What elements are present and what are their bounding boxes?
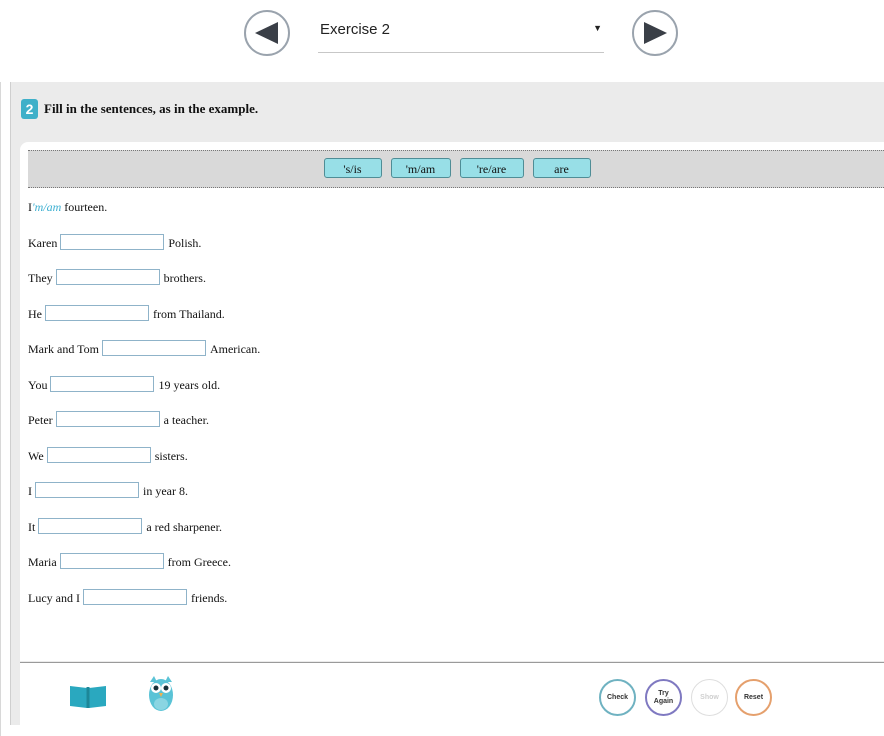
sentence-end: a red sharpener. <box>146 519 222 534</box>
sentence-row: Maria from Greece. <box>28 553 260 591</box>
word-chip[interactable]: are <box>532 158 591 178</box>
sentence-end: sisters. <box>154 448 188 463</box>
example-sentence: I 'm/am fourteen. <box>28 200 260 236</box>
answer-input[interactable] <box>55 269 160 285</box>
reset-button[interactable]: Reset <box>735 679 772 716</box>
sentence-row: It a red sharpener. <box>28 517 260 556</box>
sentence-end: from Greece. <box>167 555 231 569</box>
exercise-panel: 2 Fill in the sentences, as in the examp… <box>10 82 884 725</box>
sentence-row: He from Thailand. <box>28 304 260 343</box>
dropdown-caret-icon: ▼ <box>593 23 602 33</box>
exercise-footer: Check Try Again Show Reset <box>20 662 884 725</box>
answer-input[interactable] <box>59 553 164 569</box>
exercise-navigation: Exercise 2 ▼ <box>0 0 884 72</box>
answer-input[interactable] <box>101 340 206 356</box>
previous-exercise-button[interactable] <box>244 10 290 56</box>
sentence-end: 19 years old. <box>158 377 221 392</box>
sentence-list: I 'm/am fourteen. Karen Polish. They bro… <box>28 200 260 626</box>
sentence-start: Mark and Tom <box>28 342 99 356</box>
answer-input[interactable] <box>50 375 155 392</box>
word-chip-label: are <box>554 162 569 176</box>
exercise-instruction: Fill in the sentences, as in the example… <box>44 101 259 116</box>
sentence-start: It <box>28 519 36 534</box>
sentence-row: Karen Polish. <box>28 233 260 272</box>
sentence-start: I <box>28 484 32 498</box>
exercise-selector[interactable]: Exercise 2 ▼ <box>318 14 604 53</box>
sentence-end: American. <box>209 342 261 356</box>
word-chip[interactable]: 'm/am <box>390 158 451 178</box>
exercise-card: 's/is 'm/am 're/are are I 'm/am fourteen… <box>20 142 884 661</box>
sentence-end: brothers. <box>163 271 206 285</box>
left-border <box>0 82 1 736</box>
triangle-right-icon <box>644 22 667 44</box>
word-chip-label: 's/is <box>343 162 362 176</box>
sentence-end: fourteen. <box>64 200 108 214</box>
sentence-start: You <box>28 377 48 392</box>
word-chip[interactable]: 're/are <box>459 158 524 178</box>
word-chips: 's/is 'm/am 're/are are <box>28 158 884 178</box>
word-chip-label: 're/are <box>476 162 507 176</box>
sentence-end: Polish. <box>168 235 202 250</box>
sentence-end: a teacher. <box>163 413 209 427</box>
exercise-number-badge: 2 <box>21 99 38 119</box>
exercise-heading: 2 Fill in the sentences, as in the examp… <box>21 98 258 120</box>
sentence-row: They brothers. <box>28 269 260 307</box>
example-answer: 'm/am <box>32 200 62 214</box>
sentence-row: I in year 8. <box>28 482 260 520</box>
show-answers-button[interactable]: Show <box>691 679 728 716</box>
book-icon[interactable] <box>69 684 107 713</box>
sentence-row: Peter a teacher. <box>28 411 260 449</box>
answer-input[interactable] <box>55 411 160 427</box>
exercise-selector-value: Exercise 2 <box>320 21 391 38</box>
sentence-end: in year 8. <box>143 484 188 498</box>
try-again-button[interactable]: Try Again <box>645 679 682 716</box>
sentence-start: Peter <box>28 413 53 427</box>
answer-input[interactable] <box>60 233 165 250</box>
answer-input[interactable] <box>82 588 187 605</box>
word-chip[interactable]: 's/is <box>323 158 382 178</box>
sentence-row: We sisters. <box>28 446 260 485</box>
sentence-start: He <box>28 306 42 321</box>
sentence-row: You 19 years old. <box>28 375 260 414</box>
sentence-start: Karen <box>28 235 58 250</box>
triangle-left-icon <box>255 22 278 44</box>
sentence-end: friends. <box>190 590 228 605</box>
answer-input[interactable] <box>35 482 139 498</box>
sentence-row: Mark and Tom American. <box>28 340 261 378</box>
next-exercise-button[interactable] <box>632 10 678 56</box>
word-bank: 's/is 'm/am 're/are are <box>28 150 884 188</box>
check-button[interactable]: Check <box>599 679 636 716</box>
answer-input[interactable] <box>38 517 143 534</box>
answer-input[interactable] <box>46 446 151 463</box>
word-chip-label: 'm/am <box>405 162 436 176</box>
sentence-row: Lucy and I friends. <box>28 588 260 627</box>
sentence-start: They <box>28 271 53 285</box>
owl-icon[interactable] <box>148 674 174 717</box>
answer-input[interactable] <box>45 304 149 321</box>
sentence-start: Maria <box>28 555 57 569</box>
sentence-start: We <box>28 448 44 463</box>
sentence-start: Lucy and I <box>28 590 80 605</box>
sentence-end: from Thailand. <box>153 306 225 321</box>
